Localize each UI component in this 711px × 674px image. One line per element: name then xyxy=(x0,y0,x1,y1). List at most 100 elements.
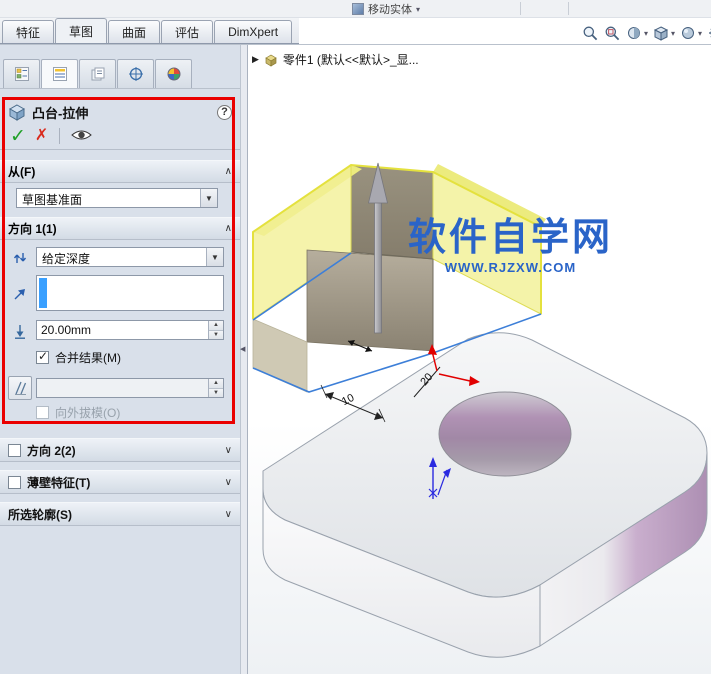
draft-button[interactable] xyxy=(8,376,32,400)
tab-dimxpert[interactable]: DimXpert xyxy=(214,20,293,43)
tab-evaluate[interactable]: 评估 xyxy=(161,20,214,43)
end-condition-dropdown[interactable]: 给定深度 ▼ xyxy=(36,247,224,267)
collapse-panel-icon[interactable]: ◀ xyxy=(240,345,245,353)
section-view-button[interactable]: ▾ xyxy=(626,25,648,42)
draft-outward-checkbox: ✓ xyxy=(36,406,49,419)
tab-configurationmanager[interactable] xyxy=(79,59,116,88)
chevron-down-icon: ▾ xyxy=(671,29,676,38)
propertymanager-icon xyxy=(52,67,67,81)
section-thin-feature-header[interactable]: ✓ 薄壁特征(T) ∨ xyxy=(0,470,240,494)
panel-splitter[interactable]: ◀ xyxy=(240,45,248,674)
move-entity-tool[interactable]: 移动实体 ▾ xyxy=(352,1,420,17)
gear-icon xyxy=(709,28,711,38)
merge-result-row[interactable]: ✓ 合并结果(M) xyxy=(36,349,224,365)
property-manager-panel: 凸台-拉伸 ? ✓ ✗ 从(F) ∧ 草图基准面 ▼ 方向 1(1) ∧ 给定深… xyxy=(0,45,240,674)
dropdown-arrow-icon[interactable]: ▼ xyxy=(206,248,223,266)
chevron-down-icon: ∨ xyxy=(224,508,232,520)
view-settings-button[interactable]: ▾ xyxy=(707,25,711,42)
section-direction1-header[interactable]: 方向 1(1) ∧ xyxy=(0,217,240,240)
view-orientation-button[interactable]: ▾ xyxy=(653,25,675,42)
direction-reference-row xyxy=(8,275,224,311)
chevron-down-icon: ▾ xyxy=(416,4,421,14)
hole-face[interactable] xyxy=(438,391,572,477)
zoom-fit-icon xyxy=(583,26,598,41)
direction-reference-icon xyxy=(8,283,32,305)
section-direction1-label: 方向 1(1) xyxy=(8,222,57,236)
merge-result-label: 合并结果(M) xyxy=(55,351,121,365)
tab-surfaces[interactable]: 曲面 xyxy=(108,20,161,43)
preview-mid-wall-face[interactable] xyxy=(350,164,434,260)
depth-icon xyxy=(8,320,32,342)
thin-feature-checkbox[interactable]: ✓ xyxy=(8,475,21,489)
feature-title: 凸台-拉伸 xyxy=(32,105,89,121)
dropdown-arrow-icon[interactable]: ▼ xyxy=(200,189,217,207)
selection-highlight xyxy=(39,278,47,308)
from-dropdown[interactable]: 草图基准面 ▼ xyxy=(16,188,218,208)
displaymanager-icon xyxy=(167,67,180,81)
toolbar-separator xyxy=(520,2,521,15)
draft-icon xyxy=(15,381,27,395)
depth-spinner[interactable]: ▲ ▼ xyxy=(208,321,223,339)
main-area: 凸台-拉伸 ? ✓ ✗ 从(F) ∧ 草图基准面 ▼ 方向 1(1) ∧ 给定深… xyxy=(0,44,711,674)
reverse-direction-icon xyxy=(13,253,27,263)
chevron-down-icon: ▾ xyxy=(644,29,649,38)
tab-displaymanager[interactable] xyxy=(155,59,192,88)
section-view-icon xyxy=(628,27,640,39)
draft-outward-row: ✓ 向外拔模(O) xyxy=(36,405,224,420)
help-button[interactable]: ? xyxy=(217,104,232,120)
spin-up-icon: ▲ xyxy=(209,379,223,389)
tab-sketch[interactable]: 草图 xyxy=(55,18,108,43)
configurationmanager-icon xyxy=(91,67,104,81)
draft-outward-label: 向外拔模(O) xyxy=(55,406,121,420)
headsup-view-toolbar: ▾ ▾ ▾ ▾ xyxy=(582,25,711,42)
preview-inner-front-face[interactable] xyxy=(306,249,434,352)
section-direction2-header[interactable]: ✓ 方向 2(2) ∨ xyxy=(0,438,240,462)
model-scene[interactable]: 10 20 xyxy=(248,45,711,674)
spin-down-icon[interactable]: ▼ xyxy=(209,330,223,339)
preview-button[interactable] xyxy=(71,128,93,145)
draft-angle-spinner: ▲ ▼ xyxy=(208,379,223,397)
dimxpertmanager-icon xyxy=(128,67,143,81)
tab-dimxpertmanager[interactable] xyxy=(117,59,154,88)
zoom-area-icon xyxy=(605,26,620,41)
section-thin-feature-label: 薄壁特征(T) xyxy=(27,475,91,490)
display-style-button[interactable]: ▾ xyxy=(680,25,702,42)
section-direction1-body: 给定深度 ▼ 20.00mm ▲ ▼ ✓ 合并结果(M) ▲ ▼ 向外拔模(O) xyxy=(0,240,240,432)
commandmanager-tabs: 特征 草图 曲面 评估 DimXpert xyxy=(0,18,300,44)
section-from-header[interactable]: 从(F) ∧ xyxy=(0,160,240,183)
ok-button[interactable]: ✓ xyxy=(10,127,26,146)
preview-left-front-face[interactable] xyxy=(252,318,308,393)
eye-icon xyxy=(71,130,93,139)
cancel-button[interactable]: ✗ xyxy=(35,128,48,144)
depth-field[interactable]: ▲ ▼ xyxy=(36,320,224,340)
action-separator xyxy=(59,128,61,144)
tab-propertymanager[interactable] xyxy=(41,59,78,88)
section-direction2-label: 方向 2(2) xyxy=(27,443,76,458)
direction2-checkbox[interactable]: ✓ xyxy=(8,443,21,457)
spin-up-icon[interactable]: ▲ xyxy=(209,321,223,331)
direction-reference-listbox[interactable] xyxy=(36,275,224,311)
zoom-fit-button[interactable] xyxy=(582,25,599,42)
reverse-direction-button[interactable] xyxy=(8,247,32,269)
part-icon xyxy=(265,54,277,67)
draft-angle-field: ▲ ▼ xyxy=(36,378,224,398)
flyout-feature-tree[interactable]: ▶ 零件1 (默认<<默认>_显... xyxy=(252,51,419,68)
check-icon: ✓ xyxy=(38,349,49,363)
graphics-area[interactable]: ▶ 零件1 (默认<<默认>_显... 软件自学网 WWW.RJZXW.COM xyxy=(248,45,711,674)
draft-row: ▲ ▼ xyxy=(8,376,224,400)
section-selected-contours-header[interactable]: 所选轮廓(S) ∨ xyxy=(0,502,240,526)
chevron-up-icon: ∧ xyxy=(224,166,232,177)
expand-tree-icon[interactable]: ▶ xyxy=(252,54,259,65)
chevron-down-icon: ∨ xyxy=(224,476,232,488)
tab-featuremanager-tree[interactable] xyxy=(3,59,40,88)
section-from-body: 草图基准面 ▼ xyxy=(0,183,240,217)
section-selected-contours-label: 所选轮廓(S) xyxy=(8,507,72,522)
feature-title-bar: 凸台-拉伸 ? xyxy=(0,101,240,123)
merge-result-checkbox[interactable]: ✓ xyxy=(36,349,49,364)
pm-action-bar: ✓ ✗ xyxy=(0,123,240,150)
depth-input[interactable] xyxy=(37,321,208,339)
tab-features[interactable]: 特征 xyxy=(2,20,55,43)
chevron-down-icon: ∨ xyxy=(224,444,232,456)
zoom-area-button[interactable] xyxy=(604,25,621,42)
toolbar-separator xyxy=(568,2,569,15)
